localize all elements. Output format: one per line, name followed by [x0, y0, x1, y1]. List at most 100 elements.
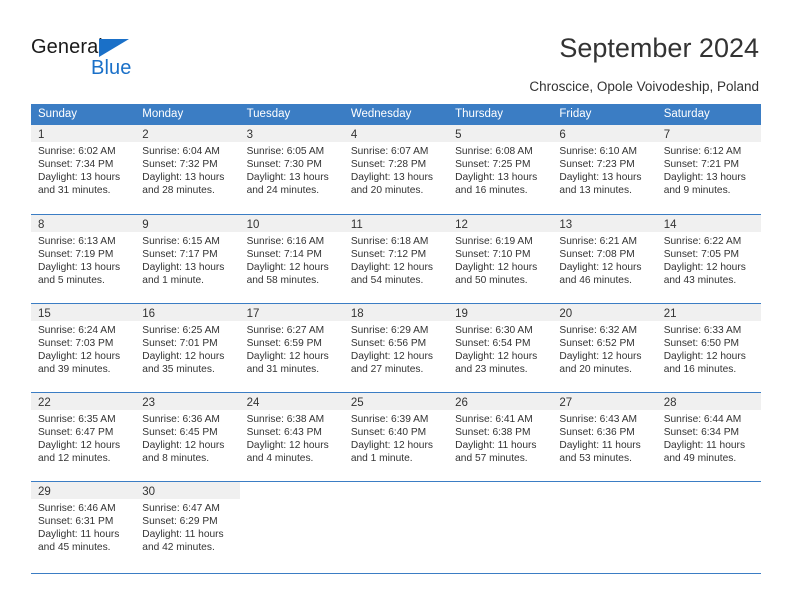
day-number: 4	[350, 129, 358, 141]
sunset-text: Sunset: 6:43 PM	[246, 427, 322, 439]
daylight-text-line1: Daylight: 11 hours	[559, 440, 641, 452]
daylight-text-line1: Daylight: 13 hours	[142, 172, 225, 184]
daylight-text-line2: and 8 minutes.	[142, 453, 210, 465]
day-number-band: 13	[552, 215, 657, 232]
day-info: Sunrise: 6:41 AM Sunset: 6:38 PM Dayligh…	[448, 410, 552, 465]
page-header: General Blue September 2024 Chroscice, O…	[0, 0, 792, 100]
sunrise-text: Sunrise: 6:39 AM	[350, 414, 429, 425]
day-cell[interactable]: 15 Sunrise: 6:24 AM Sunset: 7:03 PM Dayl…	[31, 304, 136, 392]
day-cell[interactable]: 9 Sunrise: 6:15 AM Sunset: 7:17 PM Dayli…	[135, 215, 240, 303]
day-number-band: 28	[656, 393, 761, 410]
day-number: 20	[559, 308, 573, 320]
daylight-text-line1: Daylight: 12 hours	[559, 351, 642, 363]
sunset-text: Sunset: 6:45 PM	[142, 427, 218, 439]
sunset-text: Sunset: 7:34 PM	[38, 159, 114, 171]
day-cell[interactable]: 1 Sunrise: 6:02 AM Sunset: 7:34 PM Dayli…	[31, 125, 136, 214]
day-cell[interactable]: 22 Sunrise: 6:35 AM Sunset: 6:47 PM Dayl…	[31, 393, 136, 481]
daylight-text-line2: and 31 minutes.	[38, 185, 111, 197]
daylight-text-line2: and 12 minutes.	[38, 453, 111, 465]
daylight-text-line1: Daylight: 12 hours	[142, 440, 225, 452]
sunset-text: Sunset: 7:08 PM	[559, 249, 635, 261]
day-info: Sunrise: 6:10 AM Sunset: 7:23 PM Dayligh…	[552, 142, 656, 197]
day-cell[interactable]: 6 Sunrise: 6:10 AM Sunset: 7:23 PM Dayli…	[552, 125, 657, 214]
day-cell[interactable]: 29 Sunrise: 6:46 AM Sunset: 6:31 PM Dayl…	[31, 482, 136, 570]
day-cell[interactable]: 18 Sunrise: 6:29 AM Sunset: 6:56 PM Dayl…	[343, 304, 449, 392]
daylight-text-line2: and 1 minute.	[350, 453, 413, 465]
daylight-text-line1: Daylight: 11 hours	[142, 529, 224, 541]
day-cell[interactable]: 26 Sunrise: 6:41 AM Sunset: 6:38 PM Dayl…	[448, 393, 553, 481]
day-cell[interactable]: 14 Sunrise: 6:22 AM Sunset: 7:05 PM Dayl…	[656, 215, 761, 303]
day-cell[interactable]: 21 Sunrise: 6:33 AM Sunset: 6:50 PM Dayl…	[656, 304, 761, 392]
day-number: 2	[142, 129, 149, 141]
day-cell[interactable]: 25 Sunrise: 6:39 AM Sunset: 6:40 PM Dayl…	[343, 393, 449, 481]
day-info: Sunrise: 6:33 AM Sunset: 6:50 PM Dayligh…	[657, 321, 761, 376]
daylight-text-line2: and 28 minutes.	[142, 185, 215, 197]
day-cell-empty	[552, 482, 656, 570]
daylight-text-line2: and 35 minutes.	[142, 364, 215, 376]
sunset-text: Sunset: 7:21 PM	[663, 159, 740, 171]
sunset-text: Sunset: 6:59 PM	[246, 338, 322, 350]
daylight-text-line2: and 1 minute.	[142, 275, 205, 287]
day-info: Sunrise: 6:29 AM Sunset: 6:56 PM Dayligh…	[344, 321, 448, 376]
daylight-text-line2: and 5 minutes.	[38, 275, 105, 287]
day-cell[interactable]: 27 Sunrise: 6:43 AM Sunset: 6:36 PM Dayl…	[552, 393, 657, 481]
day-number: 16	[142, 308, 156, 320]
day-cell[interactable]: 16 Sunrise: 6:25 AM Sunset: 7:01 PM Dayl…	[135, 304, 240, 392]
logo-text-general: General	[31, 36, 103, 58]
day-cell[interactable]: 12 Sunrise: 6:19 AM Sunset: 7:10 PM Dayl…	[448, 215, 553, 303]
sunrise-text: Sunrise: 6:33 AM	[663, 325, 742, 336]
daylight-text-line1: Daylight: 13 hours	[38, 172, 121, 184]
day-number-band	[448, 482, 552, 499]
day-number: 9	[142, 219, 149, 231]
day-number: 19	[455, 308, 468, 320]
generalblue-logo[interactable]: General Blue	[31, 36, 171, 82]
sunrise-text: Sunrise: 6:02 AM	[38, 146, 116, 157]
day-cell[interactable]: 30 Sunrise: 6:47 AM Sunset: 6:29 PM Dayl…	[135, 482, 240, 570]
day-info: Sunrise: 6:27 AM Sunset: 6:59 PM Dayligh…	[240, 321, 344, 376]
week-row: 1 Sunrise: 6:02 AM Sunset: 7:34 PM Dayli…	[31, 125, 761, 214]
day-cell[interactable]: 20 Sunrise: 6:32 AM Sunset: 6:52 PM Dayl…	[552, 304, 657, 392]
daylight-text-line2: and 58 minutes.	[246, 275, 320, 287]
day-cell[interactable]: 28 Sunrise: 6:44 AM Sunset: 6:34 PM Dayl…	[656, 393, 761, 481]
day-cell[interactable]: 10 Sunrise: 6:16 AM Sunset: 7:14 PM Dayl…	[239, 215, 344, 303]
day-cell[interactable]: 4 Sunrise: 6:07 AM Sunset: 7:28 PM Dayli…	[343, 125, 449, 214]
daylight-text-line1: Daylight: 13 hours	[246, 172, 329, 184]
daylight-text-line2: and 23 minutes.	[455, 364, 528, 376]
calendar-grid: Sunday Monday Tuesday Wednesday Thursday…	[31, 104, 761, 570]
sunrise-text: Sunrise: 6:35 AM	[38, 414, 116, 425]
weekday-header-monday: Monday	[142, 108, 184, 120]
sunset-text: Sunset: 7:03 PM	[38, 338, 114, 350]
daylight-text-line2: and 50 minutes.	[455, 275, 528, 287]
day-number-band: 7	[656, 125, 761, 142]
day-cell[interactable]: 23 Sunrise: 6:36 AM Sunset: 6:45 PM Dayl…	[135, 393, 240, 481]
day-cell[interactable]: 7 Sunrise: 6:12 AM Sunset: 7:21 PM Dayli…	[656, 125, 761, 214]
sunrise-text: Sunrise: 6:47 AM	[142, 503, 220, 514]
day-number-band: 27	[552, 393, 657, 410]
sunrise-text: Sunrise: 6:24 AM	[38, 325, 116, 336]
day-info: Sunrise: 6:21 AM Sunset: 7:08 PM Dayligh…	[552, 232, 656, 287]
sunrise-text: Sunrise: 6:10 AM	[559, 146, 637, 157]
sunrise-text: Sunrise: 6:04 AM	[142, 146, 220, 157]
day-number: 24	[246, 397, 260, 409]
day-cell[interactable]: 8 Sunrise: 6:13 AM Sunset: 7:19 PM Dayli…	[31, 215, 136, 303]
daylight-text-line2: and 57 minutes.	[455, 453, 528, 465]
day-number: 5	[455, 129, 462, 141]
day-cell[interactable]: 17 Sunrise: 6:27 AM Sunset: 6:59 PM Dayl…	[239, 304, 344, 392]
daylight-text-line2: and 27 minutes.	[350, 364, 424, 376]
day-cell[interactable]: 11 Sunrise: 6:18 AM Sunset: 7:12 PM Dayl…	[343, 215, 449, 303]
day-number-band: 26	[448, 393, 553, 410]
day-number: 29	[38, 486, 51, 498]
day-info: Sunrise: 6:25 AM Sunset: 7:01 PM Dayligh…	[135, 321, 239, 376]
day-cell[interactable]: 13 Sunrise: 6:21 AM Sunset: 7:08 PM Dayl…	[552, 215, 657, 303]
day-cell[interactable]: 24 Sunrise: 6:38 AM Sunset: 6:43 PM Dayl…	[239, 393, 344, 481]
day-number-band: 23	[135, 393, 240, 410]
day-cell[interactable]: 2 Sunrise: 6:04 AM Sunset: 7:32 PM Dayli…	[135, 125, 240, 214]
day-cell[interactable]: 5 Sunrise: 6:08 AM Sunset: 7:25 PM Dayli…	[448, 125, 553, 214]
daylight-text-line1: Daylight: 12 hours	[350, 351, 433, 363]
day-number-band	[344, 482, 448, 499]
day-cell[interactable]: 3 Sunrise: 6:05 AM Sunset: 7:30 PM Dayli…	[239, 125, 344, 214]
day-cell[interactable]: 19 Sunrise: 6:30 AM Sunset: 6:54 PM Dayl…	[448, 304, 553, 392]
daylight-text-line1: Daylight: 12 hours	[455, 351, 538, 363]
day-info: Sunrise: 6:35 AM Sunset: 6:47 PM Dayligh…	[31, 410, 135, 465]
day-number-band	[240, 482, 344, 499]
